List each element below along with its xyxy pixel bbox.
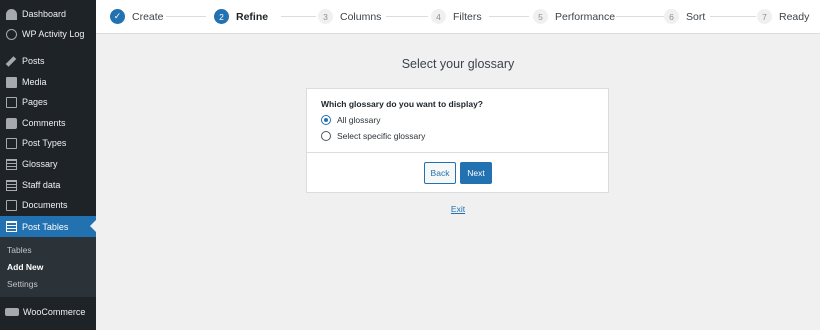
- step-performance[interactable]: 5 Performance: [533, 0, 615, 33]
- question-label: Which glossary do you want to display?: [321, 99, 483, 109]
- table-icon: [6, 158, 17, 170]
- post-types-icon: [6, 137, 17, 149]
- step-filters[interactable]: 4 Filters: [431, 0, 482, 33]
- menu-item-label: Staff data: [22, 180, 61, 190]
- comment-icon: [6, 117, 17, 129]
- radio-button[interactable]: [321, 131, 331, 141]
- menu-item-comments[interactable]: Comments: [0, 113, 96, 133]
- step-number: 5: [533, 9, 548, 24]
- menu-item-woocommerce[interactable]: WooCommerce: [0, 302, 96, 322]
- step-refine[interactable]: 2 Refine: [214, 0, 268, 33]
- pin-icon: [5, 55, 17, 67]
- dashboard-icon: [6, 8, 17, 20]
- menu-item-label: Posts: [22, 56, 45, 66]
- next-button[interactable]: Next: [460, 162, 492, 184]
- step-label: Columns: [340, 10, 382, 23]
- menu-item-media[interactable]: Media: [0, 72, 96, 92]
- glossary-selection-card: Which glossary do you want to display? A…: [306, 88, 609, 193]
- menu-item-label: Documents: [22, 200, 68, 210]
- divider: [307, 152, 608, 153]
- menu-item-staff-data[interactable]: Staff data: [0, 175, 96, 195]
- menu-item-documents[interactable]: Documents: [0, 195, 96, 215]
- menu-item-dashboard[interactable]: Dashboard: [0, 4, 96, 24]
- step-label: Performance: [555, 10, 616, 23]
- step-connector: [616, 16, 664, 17]
- table-icon: [6, 221, 17, 232]
- radio-label: All glossary: [337, 115, 381, 125]
- wizard-stepper: ✓ Create 2 Refine 3 Columns 4 Filters 5 …: [96, 0, 820, 34]
- submenu-item-tables[interactable]: Tables: [7, 245, 32, 255]
- page-title: Select your glossary: [401, 57, 515, 71]
- post-tables-submenu: Tables Add New Settings: [0, 237, 96, 297]
- menu-item-label: Comments: [22, 118, 66, 128]
- menu-item-posts[interactable]: Posts: [0, 51, 96, 71]
- step-number: 7: [757, 9, 772, 24]
- step-number: 6: [664, 9, 679, 24]
- checkmark-icon: ✓: [110, 9, 125, 24]
- submenu-item-settings[interactable]: Settings: [7, 279, 38, 289]
- step-label: Filters: [453, 10, 482, 23]
- menu-item-label: Dashboard: [22, 9, 67, 19]
- step-label: Create: [132, 10, 164, 23]
- step-connector: [166, 16, 206, 17]
- submenu-item-add-new[interactable]: Add New: [7, 262, 43, 272]
- step-connector: [281, 16, 316, 17]
- step-connector: [710, 16, 756, 17]
- step-sort[interactable]: 6 Sort: [664, 0, 705, 33]
- step-number: 2: [214, 9, 229, 24]
- radio-option-specific-glossary[interactable]: Select specific glossary: [321, 131, 425, 141]
- step-columns[interactable]: 3 Columns: [318, 0, 381, 33]
- menu-item-label: WP Activity Log: [22, 29, 85, 39]
- step-ready[interactable]: 7 Ready: [757, 0, 809, 33]
- step-label: Refine: [236, 10, 269, 23]
- documents-icon: [6, 199, 17, 211]
- menu-item-label: Pages: [22, 97, 48, 107]
- step-create[interactable]: ✓ Create: [110, 0, 164, 33]
- activity-log-icon: [6, 28, 17, 40]
- step-number: 3: [318, 9, 333, 24]
- menu-item-label: Post Types: [22, 138, 67, 148]
- menu-item-label: Media: [22, 77, 47, 87]
- radio-option-all-glossary[interactable]: All glossary: [321, 115, 380, 125]
- menu-item-pages[interactable]: Pages: [0, 92, 96, 112]
- exit-link[interactable]: Exit: [306, 204, 610, 214]
- table-icon: [6, 179, 17, 191]
- menu-item-post-types[interactable]: Post Types: [0, 133, 96, 153]
- menu-item-label: WooCommerce: [23, 307, 86, 317]
- menu-item-glossary[interactable]: Glossary: [0, 154, 96, 174]
- step-number: 4: [431, 9, 446, 24]
- media-icon: [6, 76, 17, 88]
- menu-item-post-tables[interactable]: Post Tables: [0, 216, 96, 237]
- menu-item-label: Glossary: [22, 159, 58, 169]
- woocommerce-icon: [5, 308, 19, 316]
- step-connector: [489, 16, 529, 17]
- menu-item-wp-activity-log[interactable]: WP Activity Log: [0, 24, 96, 44]
- admin-sidebar: Dashboard WP Activity Log Posts Media Pa…: [0, 0, 96, 330]
- step-label: Ready: [779, 10, 810, 23]
- radio-button[interactable]: [321, 115, 331, 125]
- pages-icon: [6, 96, 17, 108]
- step-connector: [386, 16, 428, 17]
- menu-item-label: Post Tables: [22, 221, 69, 232]
- back-button[interactable]: Back: [424, 162, 456, 184]
- step-label: Sort: [686, 10, 706, 23]
- radio-label: Select specific glossary: [337, 131, 426, 141]
